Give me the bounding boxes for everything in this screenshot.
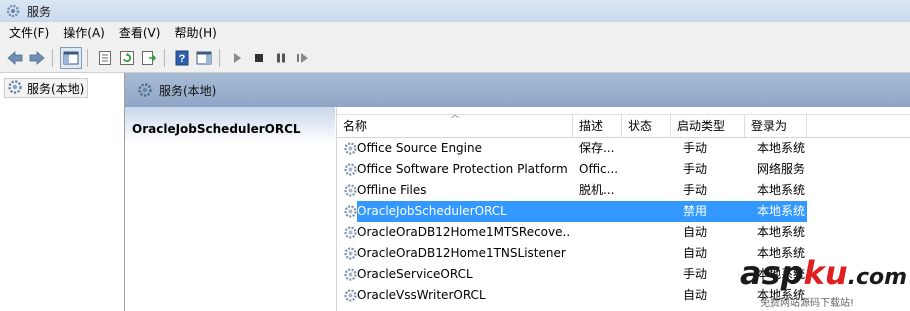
service-gear-icon [344, 205, 357, 218]
cell-status [628, 138, 678, 159]
cell-desc [579, 222, 629, 243]
start-service-icon[interactable] [227, 48, 247, 68]
tree-item-label: 服务(本地) [27, 81, 85, 96]
column-header-name[interactable]: 名称 [337, 115, 573, 137]
forward-arrow-icon[interactable] [27, 48, 47, 68]
cell-desc: Offic... [579, 162, 619, 176]
toolbar: ? [0, 44, 910, 73]
table-row[interactable]: Offline Files 脱机... 手动 本地系统 [337, 180, 910, 201]
cell-name: Offline Files [357, 183, 427, 197]
cell-startup: 手动 [683, 141, 708, 155]
show-hide-action-icon[interactable] [194, 48, 214, 68]
service-gear-icon [344, 289, 357, 302]
column-header-logon-as[interactable]: 登录为 [745, 115, 807, 137]
cell-name: OracleVssWriterORCL [357, 288, 486, 302]
menu-file[interactable]: 文件(F) [0, 22, 56, 44]
table-row[interactable]: Office Software Protection Platform Offic… [337, 159, 910, 180]
cell-logon: 本地系统 [757, 141, 806, 155]
cell-name: OracleServiceORCL [357, 267, 473, 281]
column-header-startup-type[interactable]: 启动类型 [671, 115, 745, 137]
cell-desc [579, 264, 629, 285]
menu-view[interactable]: 查看(V) [112, 22, 168, 44]
service-description-panel: OracleJobSchedulerORCL [125, 107, 335, 311]
table-row[interactable]: OracleOraDB12Home1MTSRecove... 自动 本地系统 [337, 222, 910, 243]
back-arrow-icon[interactable] [5, 48, 25, 68]
table-row[interactable]: OracleJobSchedulerORCL 禁用 本地系统 [337, 201, 910, 222]
cell-status [628, 180, 678, 201]
toolbar-separator [219, 49, 220, 67]
column-header-description[interactable]: 描述 [573, 115, 622, 137]
cell-status [628, 159, 678, 180]
cell-name: Office Software Protection Platform [357, 162, 568, 176]
watermark-logo: aspku.com 免费网站源码下载站! [740, 254, 910, 311]
stop-service-icon[interactable] [249, 48, 269, 68]
cell-startup: 自动 [683, 225, 708, 239]
cell-name: OracleOraDB12Home1TNSListener [357, 246, 566, 260]
services-gear-icon [137, 82, 153, 98]
service-gear-icon [344, 268, 357, 281]
cell-desc: 保存... [579, 141, 615, 155]
console-tree: 服务(本地) [0, 73, 125, 311]
cell-startup: 手动 [683, 183, 708, 197]
toolbar-separator [87, 49, 88, 67]
cell-logon: 本地系统 [757, 183, 806, 197]
services-gear-icon [7, 79, 23, 98]
cell-startup: 禁用 [683, 204, 708, 218]
cell-logon: 本地系统 [757, 225, 806, 239]
service-gear-icon [344, 247, 357, 260]
svg-text:?: ? [179, 53, 186, 65]
services-gear-icon [5, 3, 21, 19]
toolbar-separator [164, 49, 165, 67]
service-gear-icon [344, 226, 357, 239]
help-icon[interactable]: ? [172, 48, 192, 68]
title-bar: 服务 [0, 0, 910, 22]
column-header-status[interactable]: 状态 [622, 115, 671, 137]
details-header-title: 服务(本地) [159, 83, 217, 98]
cell-logon: 本地系统 [757, 204, 806, 218]
show-hide-tree-icon[interactable] [60, 47, 82, 69]
restart-service-icon[interactable] [293, 48, 313, 68]
cell-status [628, 222, 678, 243]
menu-bar: 文件(F) 操作(A) 查看(V) 帮助(H) [0, 22, 910, 44]
cell-startup: 手动 [683, 162, 708, 176]
toolbar-separator [52, 49, 53, 67]
details-header: 服务(本地) [125, 73, 910, 107]
cell-name: OracleOraDB12Home1MTSRecove... [357, 225, 571, 239]
service-gear-icon [344, 163, 357, 176]
properties-icon[interactable] [95, 48, 115, 68]
service-gear-icon [344, 184, 357, 197]
watermark-brand: aspku.com [740, 254, 908, 292]
selected-service-name: OracleJobSchedulerORCL [132, 122, 301, 136]
window-title: 服务 [27, 4, 52, 19]
cell-status [628, 243, 678, 264]
cell-desc: 脱机... [579, 183, 615, 197]
cell-status [628, 285, 678, 306]
cell-startup: 自动 [683, 246, 708, 260]
refresh-icon[interactable] [117, 48, 137, 68]
cell-startup: 自动 [683, 288, 708, 302]
cell-desc [579, 243, 629, 264]
pause-service-icon[interactable] [271, 48, 291, 68]
watermark-tagline: 免费网站源码下载站! [760, 298, 855, 309]
tree-item-services-local[interactable]: 服务(本地) [4, 78, 89, 98]
list-header: ︿ 名称 描述 状态 启动类型 登录为 [337, 110, 910, 138]
cell-status [628, 201, 678, 222]
cell-desc [579, 201, 629, 222]
service-gear-icon [344, 142, 357, 155]
cell-startup: 手动 [683, 267, 708, 281]
cell-name: Office Source Engine [357, 141, 482, 155]
menu-help[interactable]: 帮助(H) [167, 22, 223, 44]
cell-name: OracleJobSchedulerORCL [357, 204, 507, 218]
table-row[interactable]: Office Source Engine 保存... 手动 本地系统 [337, 138, 910, 159]
cell-logon: 网络服务 [757, 162, 806, 176]
export-list-icon[interactable] [139, 48, 159, 68]
cell-status [628, 264, 678, 285]
cell-desc [579, 285, 629, 306]
menu-action[interactable]: 操作(A) [56, 22, 112, 44]
